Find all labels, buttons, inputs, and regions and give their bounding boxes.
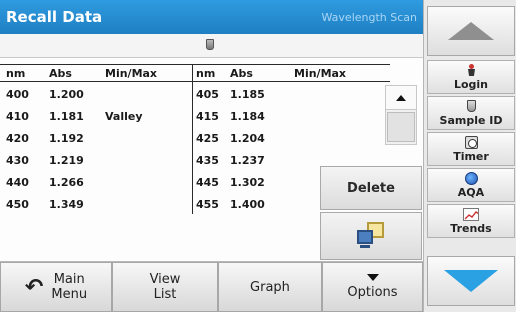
cell-minmax: Valley bbox=[105, 110, 143, 123]
column-header-abs-2: Abs bbox=[230, 67, 253, 80]
column-header-nm: nm bbox=[6, 67, 26, 80]
page-title: Recall Data bbox=[6, 8, 103, 26]
cell-nm-2: 435 bbox=[196, 154, 219, 167]
cell-nm: 400 bbox=[6, 88, 29, 101]
aqa-label: AQA bbox=[457, 186, 485, 199]
sample-vial-icon bbox=[205, 39, 214, 50]
table-row[interactable]: 410 1.181 Valley 415 1.184 bbox=[0, 107, 420, 129]
cell-abs-2: 1.184 bbox=[230, 110, 265, 123]
cell-nm: 420 bbox=[6, 132, 29, 145]
cell-nm: 450 bbox=[6, 198, 29, 211]
login-label: Login bbox=[453, 78, 489, 91]
main-menu-button[interactable]: ↶ Main Menu bbox=[0, 262, 112, 312]
aqa-button[interactable]: AQA bbox=[427, 168, 515, 202]
timer-label: Timer bbox=[453, 150, 489, 163]
cell-nm-2: 445 bbox=[196, 176, 219, 189]
view-list-button[interactable]: View List bbox=[112, 262, 218, 312]
cell-abs-2: 1.185 bbox=[230, 88, 265, 101]
trends-label: Trends bbox=[450, 222, 492, 235]
timer-icon bbox=[464, 135, 478, 149]
cell-abs: 1.200 bbox=[49, 88, 84, 101]
column-header-abs: Abs bbox=[49, 67, 72, 80]
main-menu-label: Main Menu bbox=[51, 272, 88, 302]
arrow-up-icon bbox=[448, 22, 494, 40]
table-scrollbar[interactable] bbox=[385, 85, 417, 145]
aqa-globe-icon bbox=[464, 171, 478, 185]
cell-nm: 440 bbox=[6, 176, 29, 189]
scroll-thumb[interactable] bbox=[387, 112, 415, 142]
cell-abs-2: 1.400 bbox=[230, 198, 265, 211]
cell-abs: 1.219 bbox=[49, 154, 84, 167]
options-arrow-icon bbox=[366, 274, 379, 281]
arrow-down-icon bbox=[444, 270, 498, 292]
send-data-button[interactable] bbox=[320, 212, 422, 260]
sample-id-button[interactable]: Sample ID bbox=[427, 96, 515, 130]
cell-abs: 1.266 bbox=[49, 176, 84, 189]
column-header-minmax-2: Min/Max bbox=[294, 67, 347, 80]
scroll-up-large-button[interactable] bbox=[427, 6, 515, 56]
bottom-toolbar: ↶ Main Menu View List Graph Options bbox=[0, 262, 423, 312]
login-button[interactable]: Login bbox=[427, 60, 515, 94]
right-sidebar: Login Sample ID Timer AQA Trends bbox=[423, 0, 516, 312]
table-row[interactable]: 420 1.192 425 1.204 bbox=[0, 129, 420, 151]
table-row[interactable]: 400 1.200 405 1.185 bbox=[0, 85, 420, 107]
sample-bar bbox=[0, 34, 423, 58]
graph-button[interactable]: Graph bbox=[218, 262, 322, 312]
scroll-up-button[interactable] bbox=[386, 86, 416, 110]
table-header: nm Abs Min/Max nm Abs Min/Max bbox=[0, 64, 390, 82]
cell-nm: 410 bbox=[6, 110, 29, 123]
back-arrow-icon: ↶ bbox=[24, 274, 44, 300]
cell-nm-2: 425 bbox=[196, 132, 219, 145]
cell-nm-2: 455 bbox=[196, 198, 219, 211]
options-button[interactable]: Options bbox=[322, 262, 423, 312]
sample-vial-icon bbox=[466, 100, 476, 112]
cell-nm-2: 415 bbox=[196, 110, 219, 123]
arrow-up-icon bbox=[396, 94, 406, 101]
page-subtitle: Wavelength Scan bbox=[321, 10, 418, 24]
cell-abs-2: 1.302 bbox=[230, 176, 265, 189]
trends-button[interactable]: Trends bbox=[427, 204, 515, 238]
title-bar: Recall Data Wavelength Scan bbox=[0, 0, 423, 34]
delete-button[interactable]: Delete bbox=[320, 166, 422, 210]
cell-abs: 1.181 bbox=[49, 110, 84, 123]
cell-abs-2: 1.237 bbox=[230, 154, 265, 167]
view-list-label: View List bbox=[149, 272, 181, 302]
cell-nm-2: 405 bbox=[196, 88, 219, 101]
cell-abs-2: 1.204 bbox=[230, 132, 265, 145]
cell-abs: 1.349 bbox=[49, 198, 84, 211]
cell-abs: 1.192 bbox=[49, 132, 84, 145]
cell-nm: 430 bbox=[6, 154, 29, 167]
options-label: Options bbox=[347, 285, 398, 300]
sample-id-label: Sample ID bbox=[439, 114, 503, 127]
scroll-down-large-button[interactable] bbox=[427, 256, 515, 306]
user-login-icon bbox=[467, 64, 475, 76]
timer-button[interactable]: Timer bbox=[427, 132, 515, 166]
computer-transfer-icon bbox=[357, 222, 385, 250]
trends-chart-icon bbox=[463, 207, 479, 221]
column-header-nm-2: nm bbox=[196, 67, 216, 80]
column-header-minmax: Min/Max bbox=[105, 67, 158, 80]
